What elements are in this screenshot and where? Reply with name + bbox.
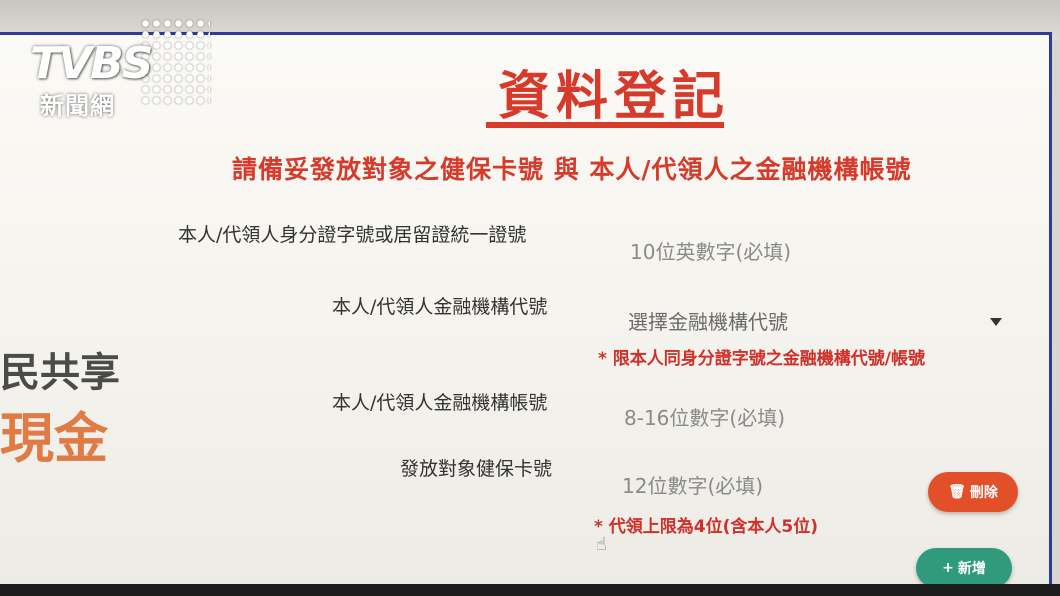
health-card-input[interactable]: 12位數字(必填) [622,470,763,499]
limit-note: * 代領上限為4位(含本人5位) [594,517,819,537]
id-number-input[interactable]: 10位英數字(必填) [630,236,791,265]
bank-account-label: 本人/代領人金融機構帳號 [332,392,548,414]
page-title: 資料登記 [498,67,731,127]
plus-icon: + [942,560,954,576]
logo-brand: TVBS [30,38,153,89]
add-button[interactable]: + 新增 [916,548,1012,588]
tvbs-logo: TVBS 新聞網 [30,18,210,120]
logo-subtitle: 新聞網 [40,92,115,120]
trash-icon: 🗑 [948,484,966,500]
caret-down-icon [990,318,1002,326]
bank-code-label: 本人/代領人金融機構代號 [332,296,548,318]
banner-text-line1: 民共享 [0,350,120,396]
health-card-label: 發放對象健保卡號 [400,458,553,480]
bank-code-select-value: 選擇金融機構代號 [628,310,788,334]
bank-note: * 限本人同身分證字號之金融機構代號/帳號 [598,349,926,369]
delete-button[interactable]: 🗑 刪除 [928,472,1018,512]
hand-pointer-icon: ☝ [596,534,607,555]
title-underline [486,122,724,128]
delete-button-label: 刪除 [969,485,998,501]
bank-account-input[interactable]: 8-16位數字(必填) [624,402,785,431]
page-subtitle: 請備妥發放對象之健保卡號 與 本人/代領人之金融機構帳號 [232,155,912,184]
add-button-label: 新增 [957,561,986,577]
id-number-label: 本人/代領人身分證字號或居留證統一證號 [178,224,527,246]
banner-text-line2: 現金 [0,407,108,470]
monitor-bottom-bezel [0,584,1060,596]
bank-code-select[interactable]: 選擇金融機構代號 [600,296,1010,340]
